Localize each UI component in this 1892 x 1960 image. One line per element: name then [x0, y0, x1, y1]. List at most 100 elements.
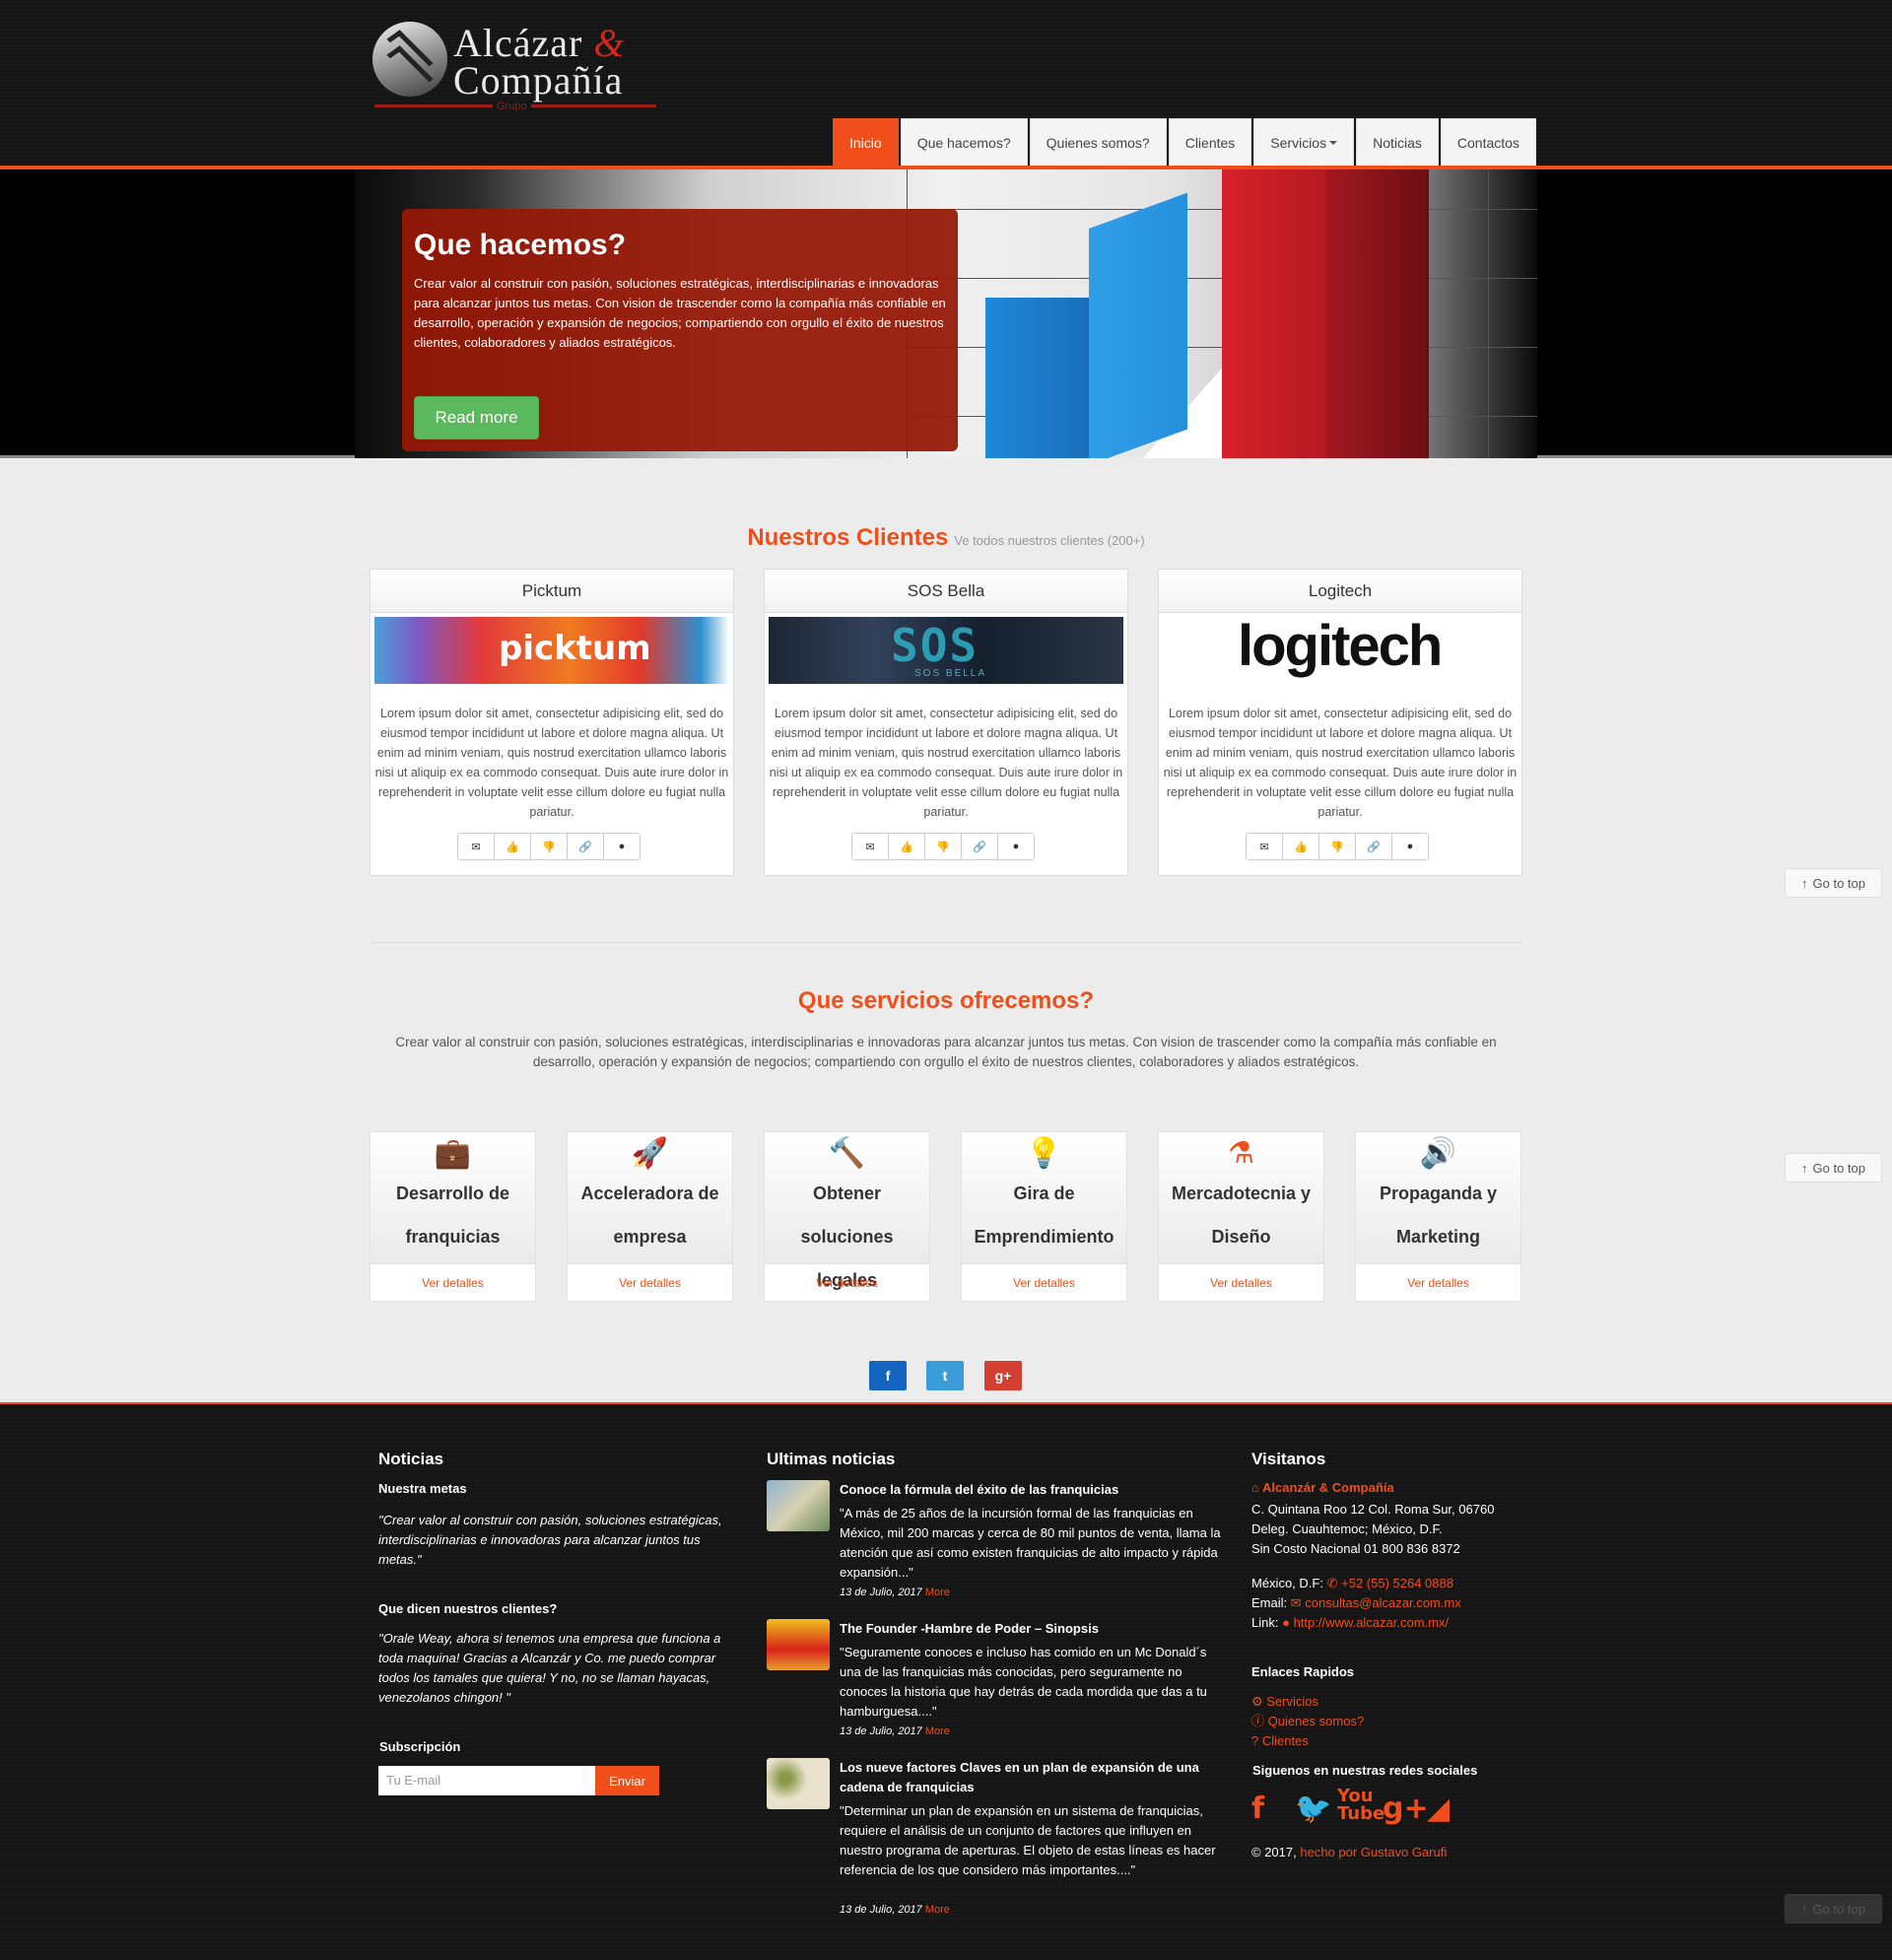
clients-heading: Nuestros Clientes Ve todos nuestros clien… — [0, 524, 1892, 552]
rocket-icon: 🚀 — [631, 1137, 669, 1170]
globe-icon[interactable]: ● — [1391, 833, 1429, 860]
news-excerpt: "Determinar un plan de expansión en un s… — [840, 1803, 1216, 1877]
client-name: Logitech — [1159, 570, 1521, 613]
footer-visitanos-title: Visitanos — [1251, 1450, 1326, 1468]
facebook-icon[interactable]: f — [1251, 1791, 1264, 1826]
rss-icon[interactable]: ◢ — [1427, 1791, 1450, 1826]
footer-ultimas-title: Ultimas noticias — [767, 1450, 896, 1468]
service-title-line1: Desarrollo de — [395, 1183, 510, 1203]
nav-item-noticias[interactable]: Noticias — [1356, 118, 1439, 166]
service-card-propaganda: 🔊 Propaganda y Marketing Ver detalles — [1355, 1131, 1521, 1302]
news-excerpt: "A más de 25 años de la incursión formal… — [840, 1506, 1221, 1580]
main-nav: Inicio Que hacemos? Quienes somos? Clien… — [833, 118, 1536, 166]
footer-email-link[interactable]: consultas@alcazar.com.mx — [1305, 1595, 1460, 1610]
google-plus-icon[interactable]: g+ — [1383, 1791, 1429, 1826]
nav-item-contactos[interactable]: Contactos — [1440, 118, 1536, 166]
client-action-group: ✉ 👍 👎 🔗 ● — [851, 833, 1035, 860]
ver-detalles-link[interactable]: Ver detalles — [1159, 1264, 1323, 1302]
footer-company-name[interactable]: ⌂ Alcanzár & Compañía — [1251, 1480, 1394, 1495]
client-card-sos-bella: SOS Bella SOS SOS BELLA Lorem ipsum dolor… — [764, 569, 1128, 876]
envelope-icon[interactable]: ✉ — [457, 833, 495, 860]
footer-copyright: © 2017, hecho por Gustavo Garufi — [1251, 1845, 1448, 1859]
nav-item-servicios[interactable]: Servicios — [1253, 118, 1355, 166]
link-icon[interactable]: 🔗 — [961, 833, 998, 860]
client-action-group: ✉ 👍 👎 🔗 ● — [1246, 833, 1429, 860]
news-thumbnail[interactable] — [767, 1480, 830, 1531]
thumbs-up-icon[interactable]: 👍 — [1282, 833, 1319, 860]
thumbs-up-icon[interactable]: 👍 — [494, 833, 531, 860]
go-to-top-button[interactable]: ↑ Go to top — [1785, 1153, 1882, 1183]
company-logo[interactable]: Alcázar & Compañía Grupo — [372, 20, 668, 118]
footer-credit-link[interactable]: hecho por Gustavo Garufi — [1300, 1845, 1447, 1859]
envelope-icon[interactable]: ✉ — [851, 833, 889, 860]
footer-dicen-title: Que dicen nuestros clientes? — [378, 1601, 558, 1616]
link-icon[interactable]: 🔗 — [567, 833, 604, 860]
service-title-line2: Marketing — [1395, 1227, 1481, 1247]
service-title-line2: franquicias — [405, 1227, 501, 1247]
logo-emblem-icon — [372, 22, 447, 97]
ver-detalles-link[interactable]: Ver detalles — [1356, 1264, 1520, 1302]
ver-detalles-link[interactable]: Ver detalles — [765, 1264, 929, 1302]
news-more-link[interactable]: More — [925, 1725, 950, 1737]
envelope-icon[interactable]: ✉ — [1246, 833, 1283, 860]
news-more-link[interactable]: More — [925, 1904, 950, 1916]
ver-detalles-link[interactable]: Ver detalles — [371, 1264, 535, 1302]
news-title[interactable]: Los nueve factores Claves en un plan de … — [840, 1758, 1224, 1797]
nav-item-inicio[interactable]: Inicio — [833, 118, 899, 166]
news-thumbnail[interactable] — [767, 1619, 830, 1670]
ver-detalles-link[interactable]: Ver detalles — [568, 1264, 732, 1302]
client-logo-image: logitech — [1163, 617, 1518, 684]
info-icon: ⓘ — [1251, 1714, 1268, 1728]
footer-phone-link[interactable]: +52 (55) 5264 0888 — [1341, 1576, 1453, 1590]
google-plus-share-button[interactable]: g+ — [984, 1361, 1022, 1390]
arrow-up-icon: ↑ — [1801, 875, 1808, 891]
news-more-link[interactable]: More — [925, 1587, 950, 1598]
thumbs-down-icon[interactable]: 👎 — [1318, 833, 1356, 860]
client-description: Lorem ipsum dolor sit amet, consectetur … — [374, 707, 729, 819]
twitter-icon[interactable]: 🐦 — [1295, 1791, 1331, 1826]
nav-item-quienes-somos[interactable]: Quienes somos? — [1029, 118, 1167, 166]
nav-item-servicios-label: Servicios — [1270, 134, 1327, 151]
site-header: Alcázar & Compañía Grupo Inicio Que hace… — [0, 0, 1892, 169]
subscription-submit-button[interactable]: Enviar — [595, 1766, 659, 1795]
nav-item-clientes[interactable]: Clientes — [1168, 118, 1252, 166]
service-card-legales: 🔨 Obtener soluciones legales Ver detalle… — [764, 1131, 930, 1302]
news-title[interactable]: Conoce la fórmula del éxito de las franq… — [840, 1480, 1224, 1500]
ver-detalles-link[interactable]: Ver detalles — [962, 1264, 1126, 1302]
logo-grupo-text: Grupo — [493, 101, 531, 112]
hero-carousel: Que hacemos? Crear valor al construir co… — [0, 169, 1892, 458]
thumbs-up-icon[interactable]: 👍 — [888, 833, 925, 860]
go-to-top-button[interactable]: ↑ Go to top — [1785, 1894, 1882, 1924]
footer-website-link[interactable]: http://www.alcazar.com.mx/ — [1294, 1615, 1450, 1630]
hero-title: Que hacemos? — [414, 229, 627, 261]
section-divider — [370, 942, 1522, 943]
globe-icon[interactable]: ● — [997, 833, 1035, 860]
service-title-line1: Obtener soluciones — [800, 1183, 894, 1247]
twitter-share-button[interactable]: t — [926, 1361, 964, 1390]
footer-redes-title: Siguenos en nuestras redes sociales — [1252, 1763, 1478, 1778]
client-logo-image: SOS SOS BELLA — [769, 617, 1123, 684]
thumbs-down-icon[interactable]: 👎 — [924, 833, 962, 860]
clients-view-all-link[interactable]: Ve todos nuestros clientes (200+) — [954, 533, 1144, 548]
facebook-share-button[interactable]: f — [869, 1361, 907, 1390]
go-to-top-button[interactable]: ↑ Go to top — [1785, 868, 1882, 898]
service-title-line1: Acceleradora de — [580, 1183, 719, 1203]
news-title[interactable]: The Founder -Hambre de Poder – Sinopsis — [840, 1619, 1224, 1639]
client-action-group: ✉ 👍 👎 🔗 ● — [457, 833, 641, 860]
read-more-button[interactable]: Read more — [414, 396, 539, 439]
quick-link-quienes-somos[interactable]: ⓘ Quienes somos? — [1251, 1712, 1364, 1731]
quick-link-clientes[interactable]: ? Clientes — [1251, 1731, 1309, 1751]
news-date-line: 13 de Julio, 2017 More — [840, 1587, 950, 1598]
subscription-email-input[interactable]: Tu E-mail — [378, 1766, 595, 1795]
globe-icon: ● — [1282, 1615, 1290, 1630]
footer-address-2: Deleg. Cuauhtemoc; México, D.F. — [1251, 1521, 1443, 1536]
service-title-line1: Mercadotecnia y — [1171, 1183, 1312, 1203]
nav-item-que-hacemos[interactable]: Que hacemos? — [900, 118, 1028, 166]
thumbs-down-icon[interactable]: 👎 — [530, 833, 568, 860]
globe-icon[interactable]: ● — [603, 833, 641, 860]
youtube-icon[interactable]: You Tube — [1337, 1788, 1385, 1823]
quick-link-servicios[interactable]: ⚙ Servicios — [1251, 1692, 1318, 1712]
news-thumbnail[interactable] — [767, 1758, 830, 1809]
link-icon[interactable]: 🔗 — [1355, 833, 1392, 860]
service-card-franquicias: 💼 Desarrollo de franquicias Ver detalles — [370, 1131, 536, 1302]
